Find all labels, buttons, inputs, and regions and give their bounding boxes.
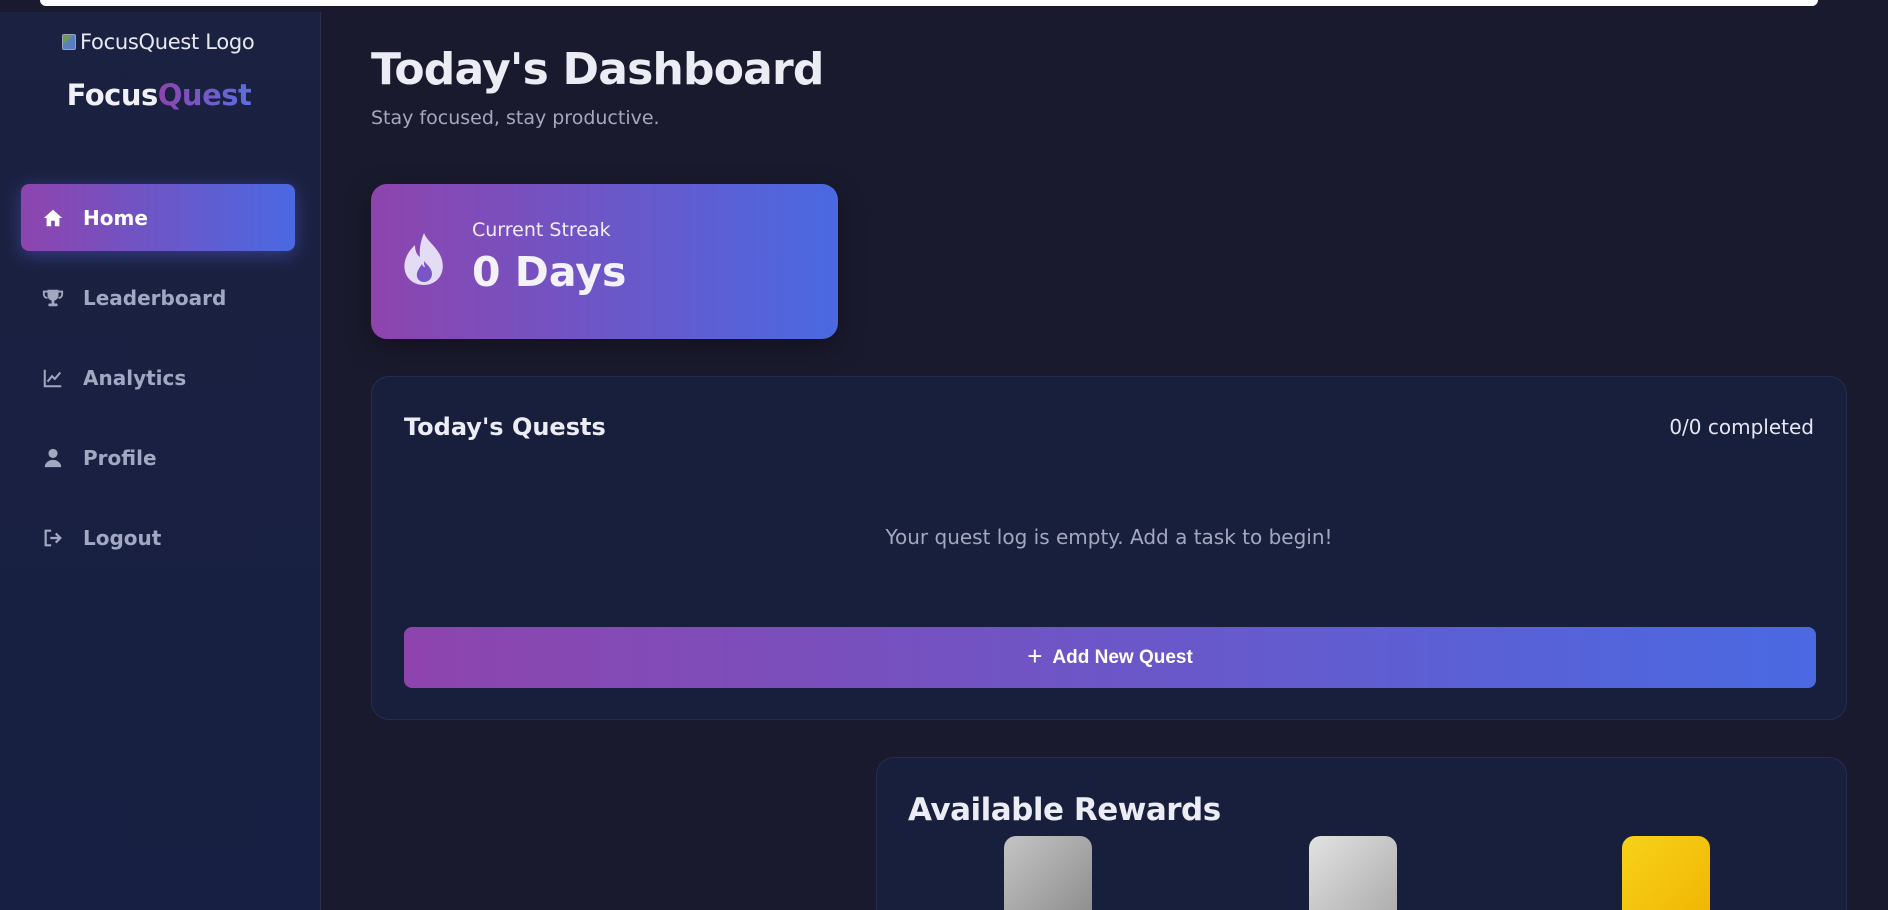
brand-name-part2: Quest <box>157 78 252 112</box>
trophy-icon <box>41 286 65 310</box>
fire-icon <box>404 233 443 285</box>
streak-label: Current Streak <box>472 219 611 241</box>
quests-completed-count: 0/0 completed <box>1669 415 1814 439</box>
sidebar-item-home[interactable]: Home <box>21 184 295 251</box>
browser-top-strip <box>40 0 1818 6</box>
sidebar-item-leaderboard[interactable]: Leaderboard <box>21 264 295 331</box>
reward-item-silver[interactable] <box>1004 836 1092 910</box>
logo-alt-text: FocusQuest Logo <box>80 30 255 54</box>
sidebar: FocusQuest Logo FocusQuest Home Leaderbo… <box>0 12 321 910</box>
streak-card: Current Streak 0 Days <box>371 184 838 339</box>
rewards-title: Available Rewards <box>908 792 1221 828</box>
quests-panel: Today's Quests 0/0 completed Your quest … <box>371 376 1847 720</box>
main-content: Today's Dashboard Stay focused, stay pro… <box>321 12 1888 910</box>
broken-image-icon <box>62 34 76 50</box>
add-new-quest-button[interactable]: + Add New Quest <box>404 627 1816 688</box>
reward-item-light-silver[interactable] <box>1309 836 1397 910</box>
add-new-quest-label: Add New Quest <box>1052 646 1193 668</box>
sidebar-item-label: Home <box>83 205 148 230</box>
browser-top-edge <box>0 0 1888 12</box>
brand-name: FocusQuest <box>0 78 318 112</box>
reward-item-gold[interactable] <box>1622 836 1710 910</box>
quests-title: Today's Quests <box>404 413 606 441</box>
plus-icon: + <box>1027 641 1043 671</box>
chart-line-icon <box>41 366 65 390</box>
streak-value: 0 Days <box>472 248 627 296</box>
brand-name-part1: Focus <box>66 78 159 112</box>
logo-image[interactable]: FocusQuest Logo <box>62 28 262 56</box>
sidebar-item-analytics[interactable]: Analytics <box>21 344 295 411</box>
sidebar-item-label: Logout <box>83 525 162 550</box>
sidebar-item-label: Profile <box>83 445 157 470</box>
rewards-panel: Available Rewards <box>876 757 1847 910</box>
user-icon <box>41 446 65 470</box>
sidebar-item-label: Analytics <box>83 365 187 390</box>
quests-empty-message: Your quest log is empty. Add a task to b… <box>885 525 1333 549</box>
sidebar-item-label: Leaderboard <box>83 285 227 310</box>
sidebar-item-profile[interactable]: Profile <box>21 424 295 491</box>
page-subtitle: Stay focused, stay productive. <box>371 107 660 129</box>
page-title: Today's Dashboard <box>371 44 824 95</box>
home-icon <box>41 206 65 230</box>
logout-icon <box>41 526 65 550</box>
sidebar-item-logout[interactable]: Logout <box>21 504 295 571</box>
